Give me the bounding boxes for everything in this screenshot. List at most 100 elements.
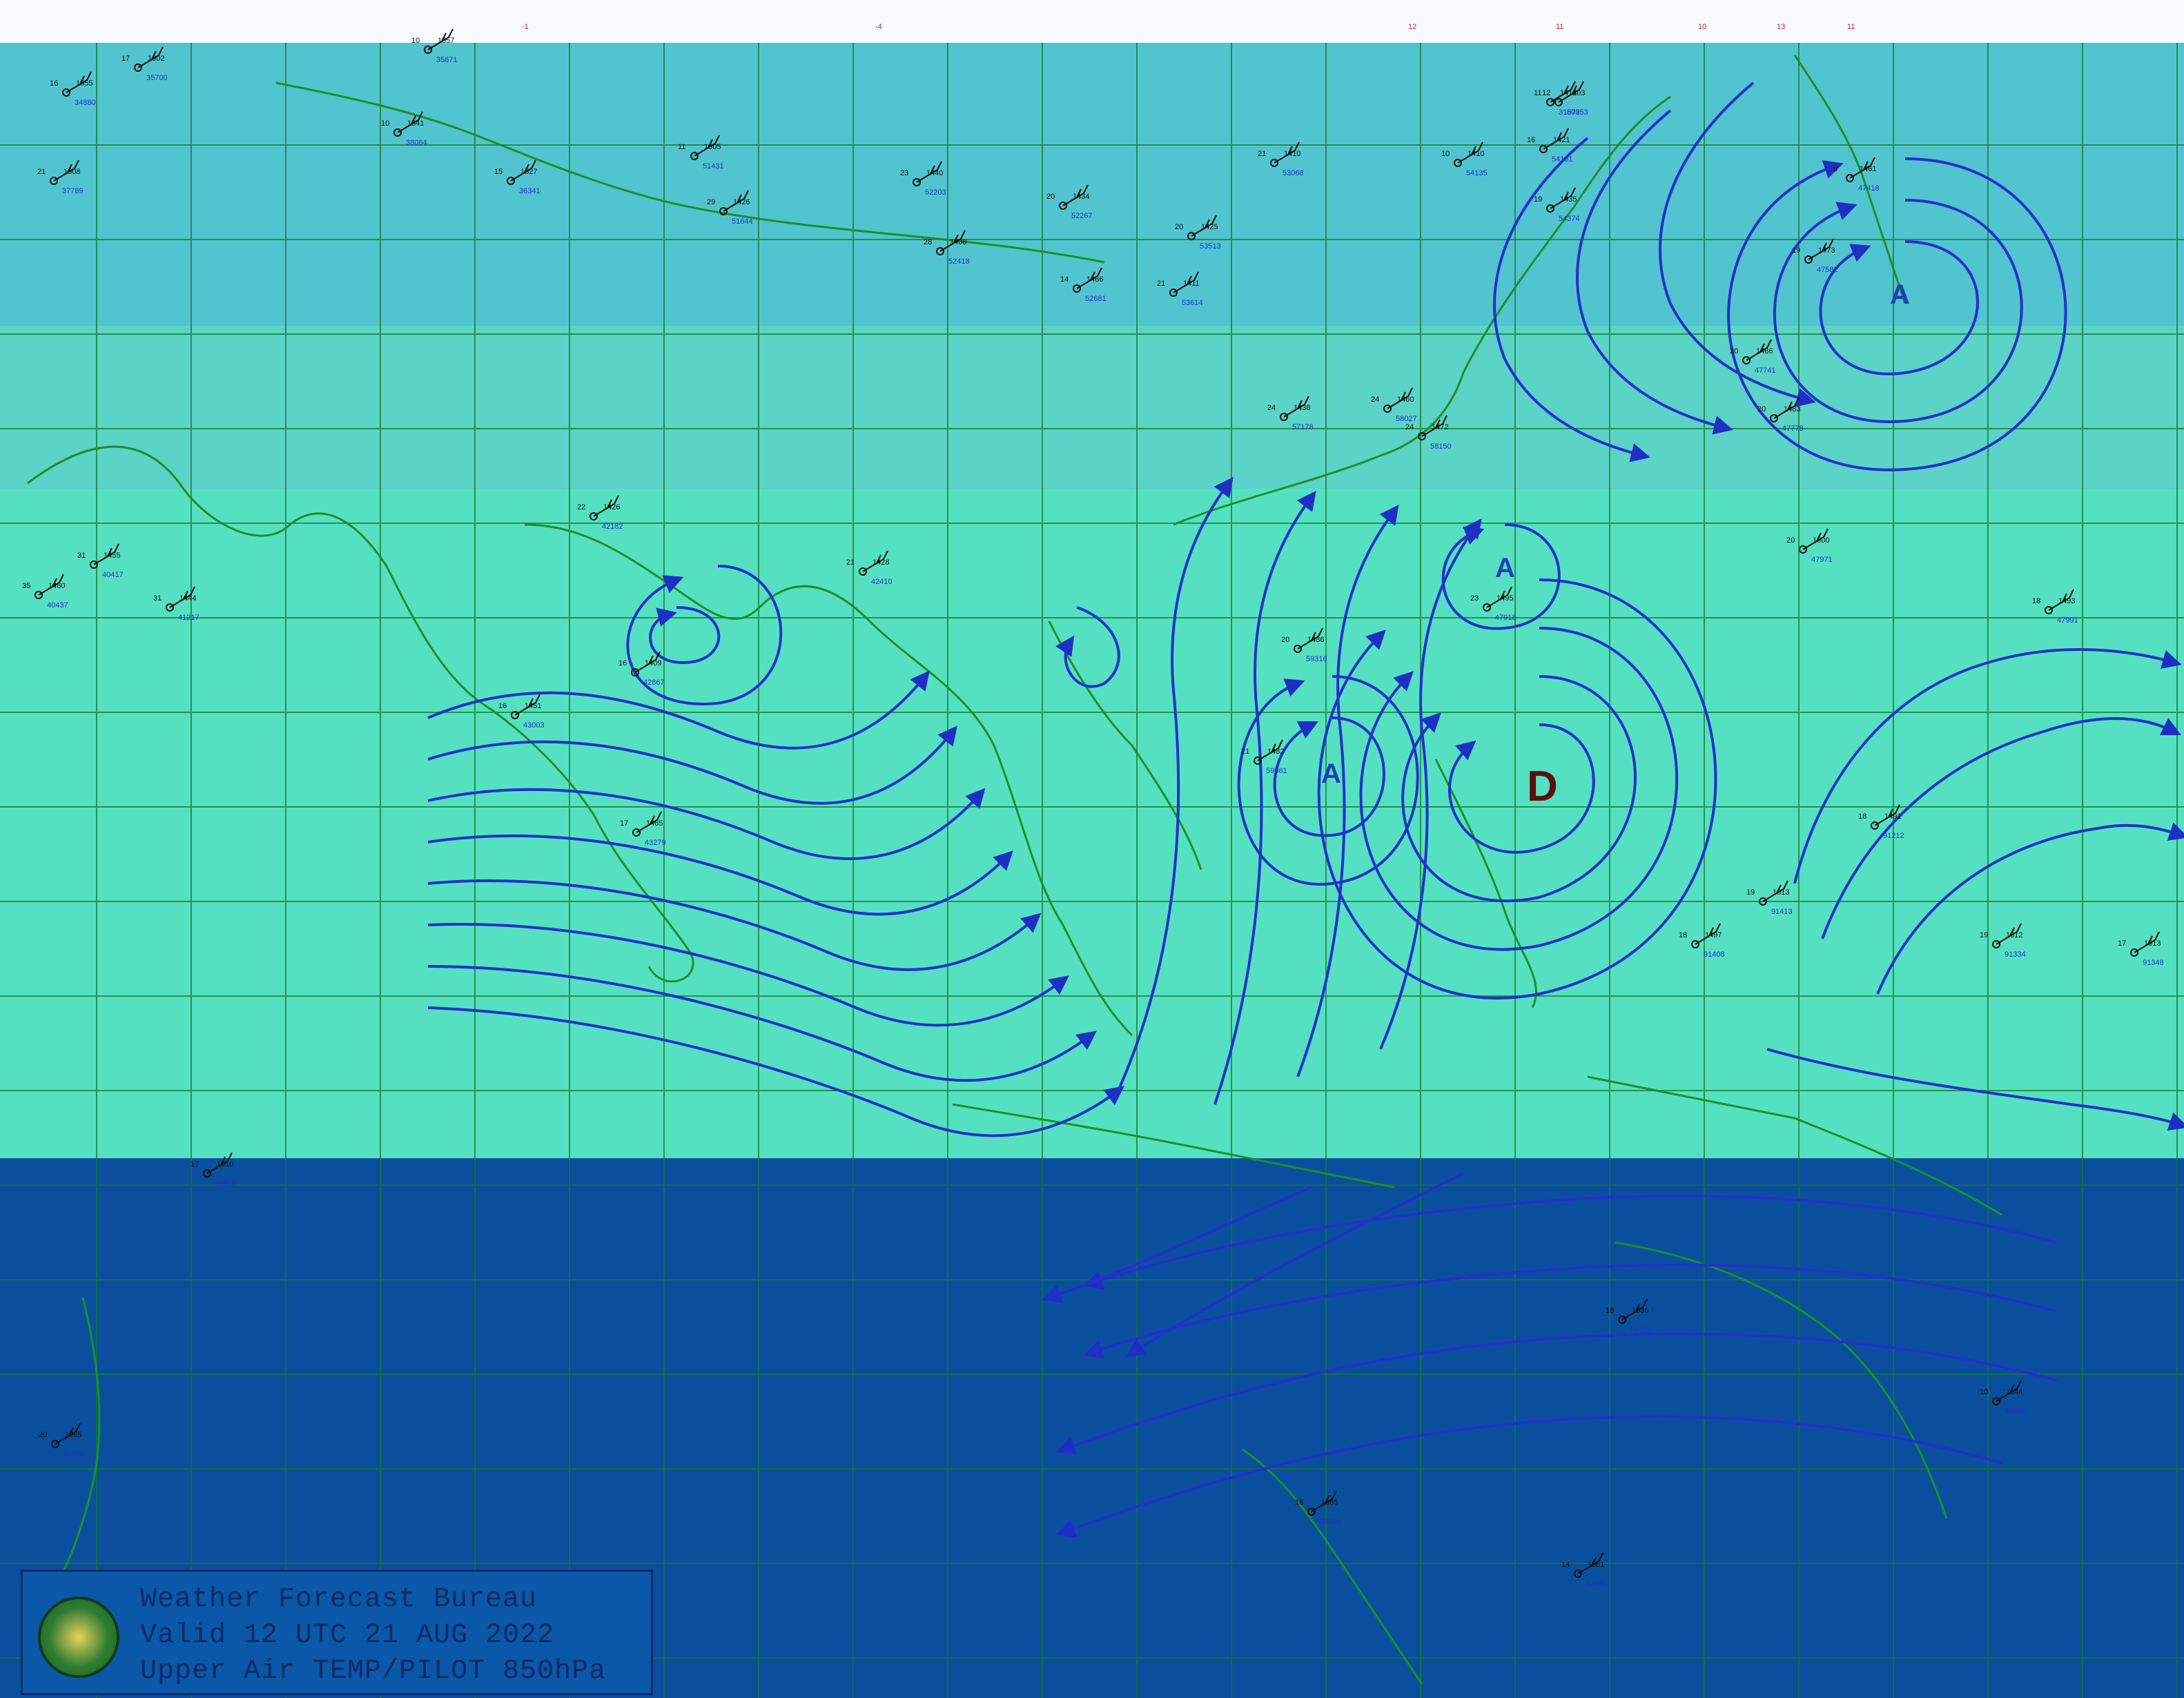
station-height: 1555 bbox=[76, 79, 92, 88]
station-id: 37789 bbox=[62, 187, 84, 195]
station-height: 1428 bbox=[872, 558, 889, 567]
station-temperature: 31 bbox=[153, 594, 162, 603]
station-height: 1410 bbox=[1284, 150, 1300, 158]
station-id: 47918 bbox=[1495, 614, 1517, 622]
station-height: 1497 bbox=[1705, 931, 1722, 939]
station-height: 1466 bbox=[1756, 347, 1773, 355]
station-temperature: 10 bbox=[1441, 150, 1450, 158]
station-height: 1493 bbox=[2058, 597, 2075, 605]
station-id: 47418 bbox=[1858, 184, 1880, 193]
station-height: 1491 bbox=[1884, 812, 1901, 821]
station-temperature: 19 bbox=[1534, 195, 1542, 204]
station-height: 1412 bbox=[1560, 89, 1577, 97]
station-id: 42410 bbox=[871, 578, 893, 586]
station-temperature: 10 bbox=[1980, 1388, 1988, 1396]
top-strip-value: -1 bbox=[522, 23, 529, 31]
station-height: 1536 bbox=[1632, 1307, 1648, 1315]
station-id: 91408 bbox=[1704, 950, 1725, 959]
station-height: 1472 bbox=[1432, 423, 1448, 431]
station-height: 1541 bbox=[407, 119, 424, 128]
station-temperature: 17 bbox=[121, 55, 130, 63]
station-id: 53614 bbox=[1182, 299, 1203, 307]
top-strip-value: -4 bbox=[875, 23, 882, 31]
station-id: 54161 bbox=[1552, 155, 1573, 164]
station-height: 1455 bbox=[104, 552, 120, 560]
station-temperature: 17 bbox=[620, 819, 628, 828]
station-id: 91212 bbox=[1883, 832, 1904, 840]
station-height: 1561 bbox=[1588, 1561, 1604, 1569]
station-id: 57178 bbox=[1292, 423, 1314, 431]
station-height: 1557 bbox=[438, 37, 454, 45]
station-id: 59316 bbox=[1306, 655, 1327, 663]
station-temperature: 19 bbox=[1792, 246, 1800, 255]
station-height: 1505 bbox=[704, 143, 721, 151]
station-temperature: 18 bbox=[2032, 597, 2040, 605]
station-temperature: 28 bbox=[924, 238, 932, 246]
top-strip bbox=[0, 0, 2184, 43]
station-temperature: 21 bbox=[1157, 280, 1165, 288]
station-height: 1483 bbox=[1784, 405, 1800, 413]
weather-map: A A A D 17 1602 35700 10 1557 35671 16 1555 3488… bbox=[0, 0, 2184, 1698]
top-strip-value: 11 bbox=[1847, 23, 1855, 31]
station-temperature: 21 bbox=[846, 558, 855, 567]
station-height: 1461 bbox=[1860, 165, 1876, 173]
low-center-label: D bbox=[1527, 763, 1558, 810]
high-center-label: A bbox=[1321, 759, 1341, 789]
station-id: 94866 bbox=[2005, 1407, 2026, 1416]
station-temperature: 15 bbox=[494, 168, 503, 176]
station-temperature: 20 bbox=[1175, 223, 1183, 231]
station-id: 43003 bbox=[523, 721, 545, 730]
station-temperature: 23 bbox=[1470, 594, 1479, 603]
top-strip-value: 11 bbox=[1556, 23, 1563, 31]
station-id: 34880 bbox=[75, 99, 96, 107]
station-id: 94332 bbox=[1630, 1326, 1652, 1334]
station-temperature: 24 bbox=[1267, 404, 1276, 412]
station-temperature: 11 bbox=[678, 143, 685, 151]
station-temperature: 20 bbox=[1786, 536, 1795, 545]
station-id: 52681 bbox=[1085, 295, 1106, 303]
station-id: 94203 bbox=[1320, 1518, 1341, 1526]
station-id: 41217 bbox=[178, 614, 199, 622]
high-center-label: A bbox=[1890, 280, 1910, 310]
station-id: 51431 bbox=[703, 162, 724, 170]
station-height: 1513 bbox=[1773, 888, 1789, 897]
station-id: 91334 bbox=[2005, 950, 2026, 959]
station-id: 51644 bbox=[732, 217, 753, 226]
station-id: 40417 bbox=[102, 571, 124, 579]
station-height: 1466 bbox=[1086, 275, 1103, 284]
legend-valid-time: Valid 12 UTC 21 AUG 2022 bbox=[140, 1620, 555, 1651]
station-height: 1495 bbox=[1496, 594, 1513, 603]
station-temperature: 20 bbox=[1730, 347, 1738, 355]
station-id: 38064 bbox=[406, 139, 427, 147]
legend-level: Upper Air TEMP/PILOT 850hPa bbox=[140, 1656, 607, 1687]
station-height: 1434 bbox=[1073, 193, 1089, 201]
station-id: 47991 bbox=[2057, 616, 2078, 625]
station-temperature: 22 bbox=[577, 503, 585, 511]
station-temperature: 10 bbox=[411, 37, 420, 45]
station-height: 1451 bbox=[525, 702, 541, 710]
station-temperature: 21 bbox=[1258, 150, 1266, 158]
station-temperature: 20 bbox=[1281, 636, 1289, 644]
station-id: 31873 bbox=[1559, 108, 1580, 117]
station-temperature: 14 bbox=[1060, 275, 1069, 284]
station-height: 1411 bbox=[1183, 280, 1200, 288]
station-height: 1508 bbox=[64, 168, 80, 176]
station-id: 47582 bbox=[1817, 266, 1838, 274]
station-height: 1486 bbox=[1307, 636, 1324, 644]
station-id: 68816 bbox=[215, 1180, 237, 1188]
station-id: 52203 bbox=[925, 188, 946, 197]
station-temperature: 24 bbox=[1405, 423, 1414, 431]
station-id: 47778 bbox=[1782, 424, 1804, 433]
station-id: 58150 bbox=[1430, 442, 1452, 451]
station-height: 1408 bbox=[950, 238, 966, 246]
station-id: 52267 bbox=[1071, 212, 1093, 220]
station-height: 1482 bbox=[1267, 748, 1284, 756]
station-height: 1409 bbox=[645, 659, 661, 667]
station-id: 42867 bbox=[643, 679, 665, 687]
station-id: 54374 bbox=[1559, 215, 1580, 223]
high-center-label: A bbox=[1495, 553, 1515, 583]
station-height: 1513 bbox=[2144, 939, 2161, 948]
station-id: 61980 bbox=[64, 1450, 85, 1458]
station-temperature: 6 bbox=[1833, 165, 1837, 173]
station-temperature: 20 bbox=[39, 1431, 47, 1439]
